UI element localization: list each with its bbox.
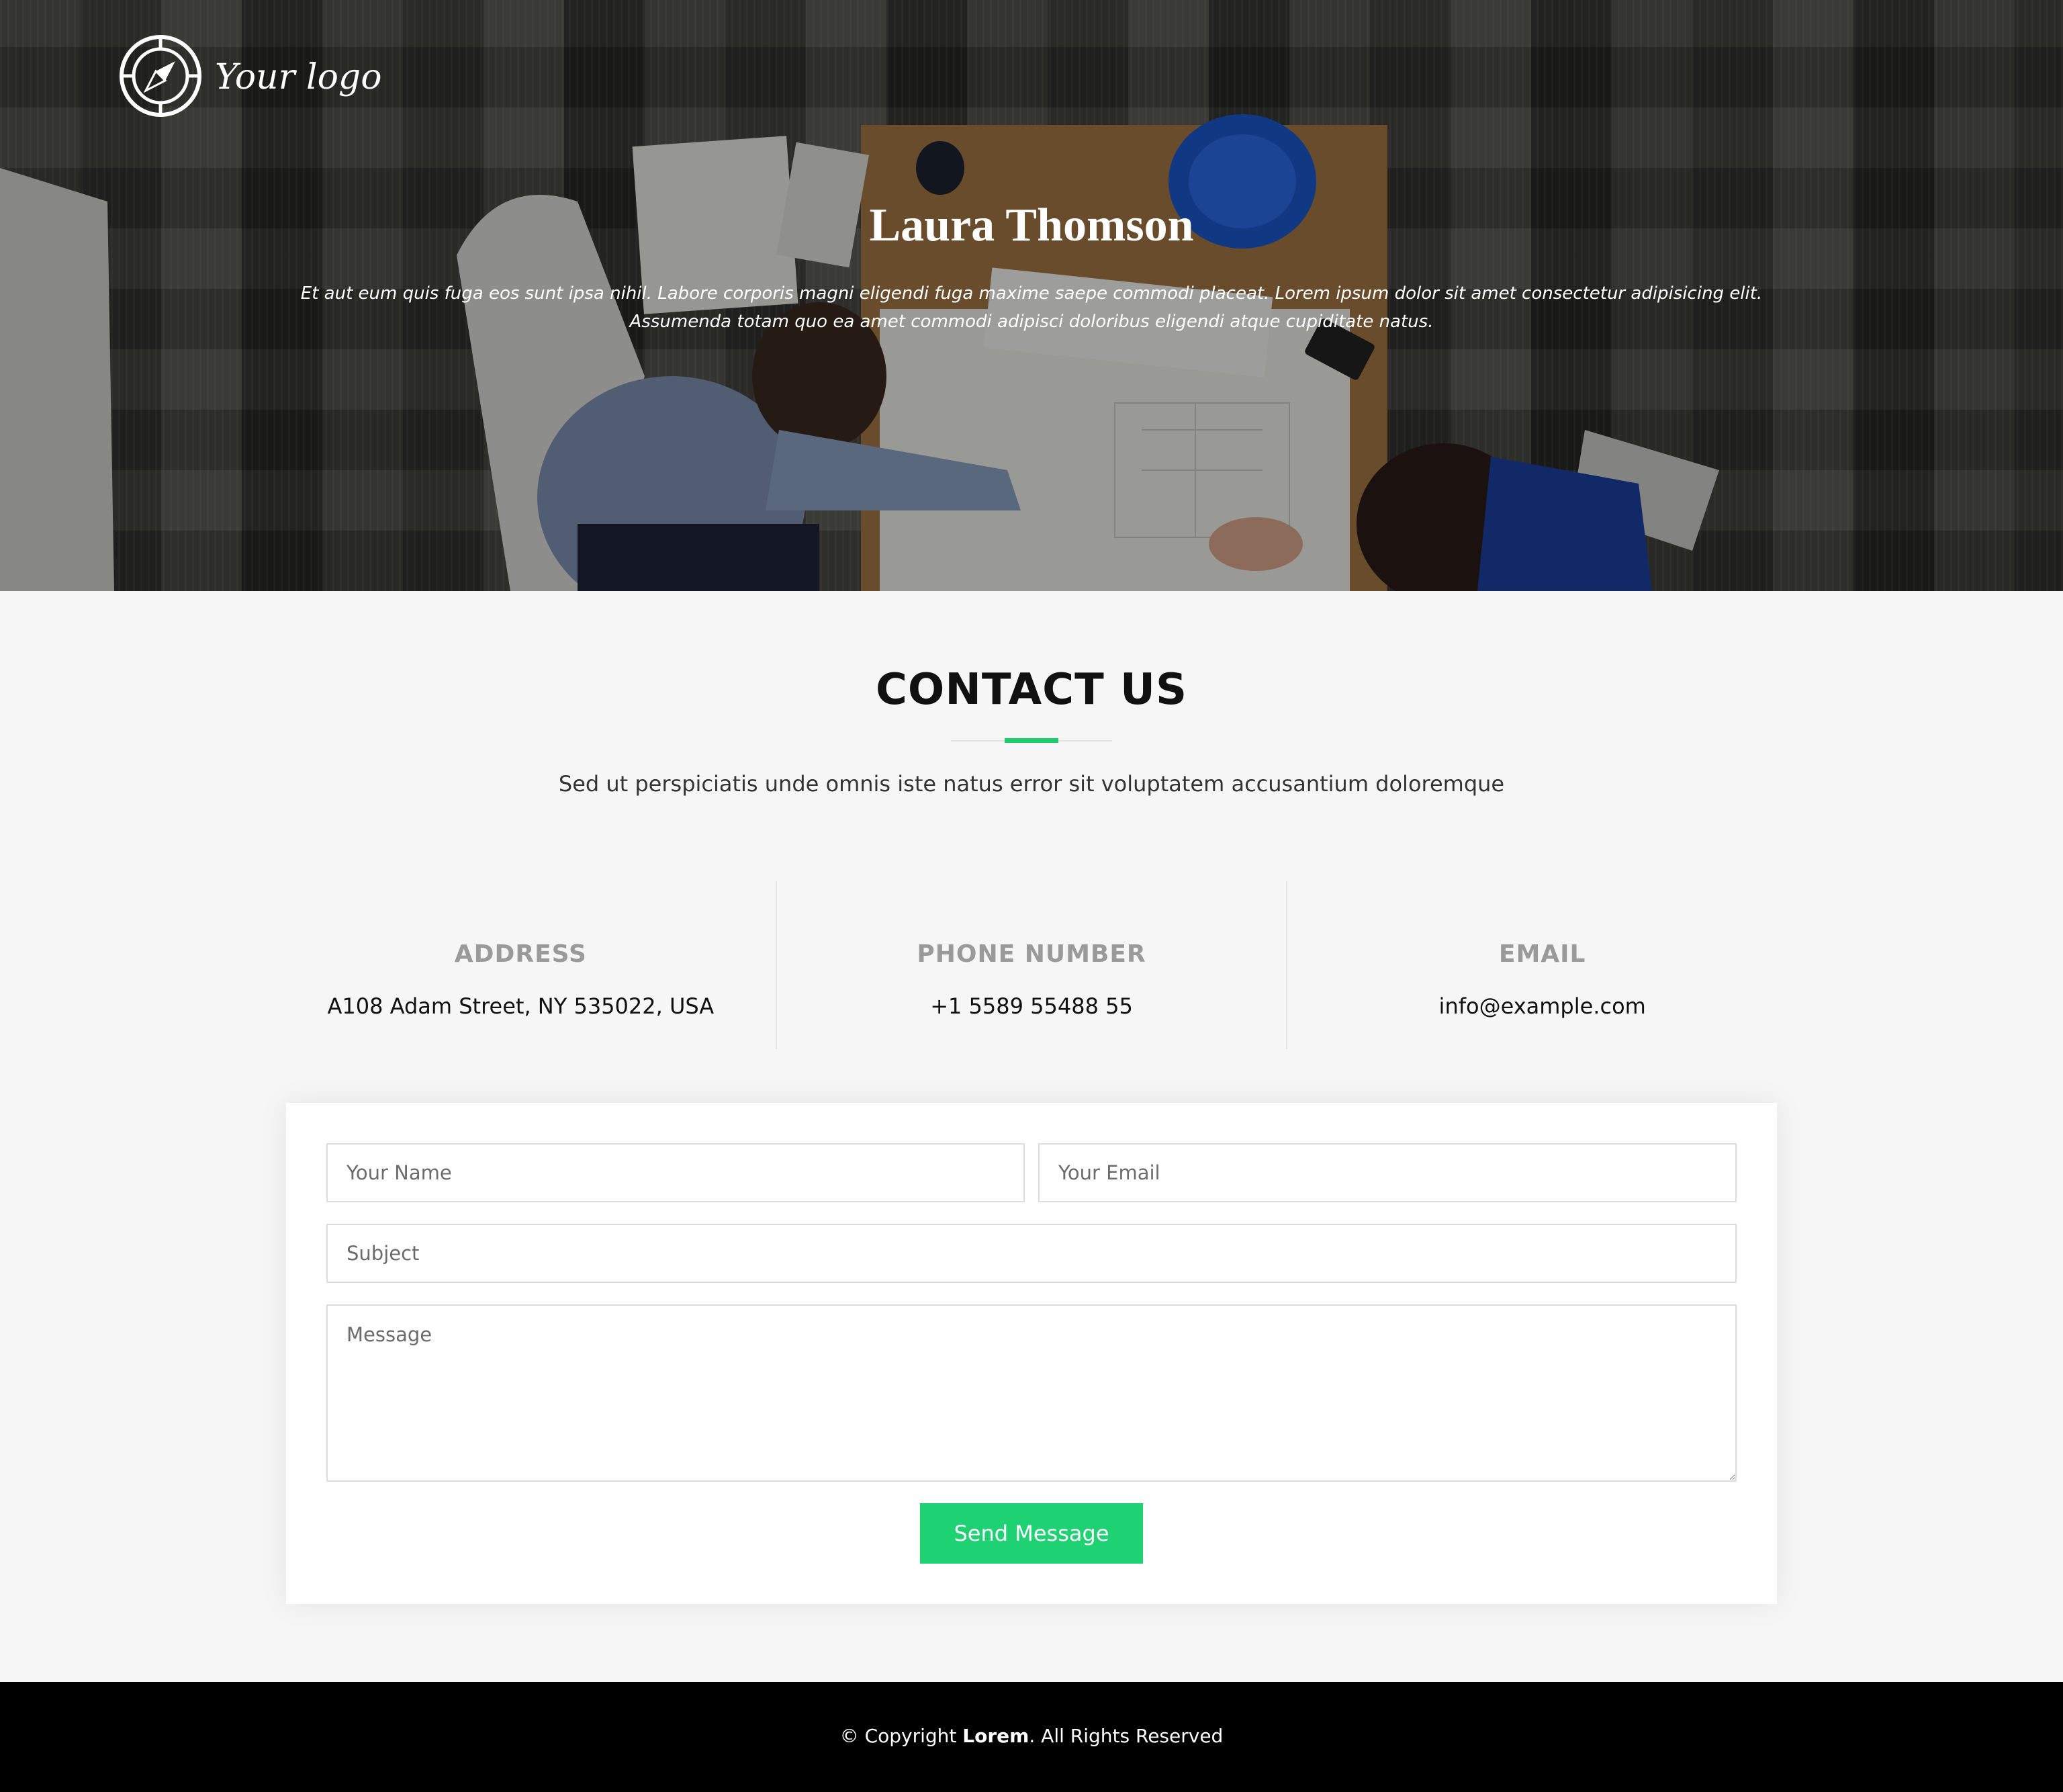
phone-box: PHONE NUMBER +1 5589 55488 55 (775, 881, 1287, 1049)
contact-info-row: ADDRESS A108 Adam Street, NY 535022, USA… (266, 881, 1797, 1049)
contact-subtitle: Sed ut perspiciatis unde omnis iste natu… (558, 771, 1505, 797)
send-message-button[interactable]: Send Message (920, 1503, 1143, 1564)
copyright-brand: Lorem (962, 1725, 1029, 1747)
address-box: ADDRESS A108 Adam Street, NY 535022, USA (266, 881, 776, 1049)
logo-text: Your logo (215, 57, 382, 97)
email-value: info@example.com (1438, 993, 1646, 1019)
compass-icon (118, 34, 203, 121)
email-label: EMAIL (1498, 940, 1586, 968)
contact-title: CONTACT US (875, 665, 1188, 715)
phone-value: +1 5589 55488 55 (930, 993, 1133, 1019)
copyright-text: © Copyright Lorem. All Rights Reserved (0, 1682, 2063, 1747)
copyright-suffix: . All Rights Reserved (1029, 1725, 1224, 1747)
title-accent-bar (1005, 738, 1058, 743)
name-field[interactable] (326, 1143, 1025, 1202)
hero-description: Et aut eum quis fuga eos sunt ipsa nihil… (300, 283, 1763, 332)
email-box: EMAIL info@example.com (1286, 881, 1797, 1049)
logo-link[interactable]: Your logo (118, 34, 382, 121)
hero-section: Your logo Laura Thomson Et aut eum quis … (0, 0, 2063, 591)
copyright-prefix: © Copyright (839, 1725, 963, 1747)
contact-form: Send Message (286, 1103, 1777, 1604)
hero-title: Laura Thomson (869, 199, 1194, 251)
email-field[interactable] (1038, 1143, 1737, 1202)
subject-field[interactable] (326, 1224, 1737, 1283)
address-value: A108 Adam Street, NY 535022, USA (327, 993, 715, 1019)
message-field[interactable] (326, 1304, 1737, 1482)
phone-label: PHONE NUMBER (917, 940, 1146, 968)
footer: © Copyright Lorem. All Rights Reserved (0, 1682, 2063, 1792)
address-label: ADDRESS (454, 940, 587, 968)
contact-section: CONTACT US Sed ut perspiciatis unde omni… (0, 591, 2063, 1682)
